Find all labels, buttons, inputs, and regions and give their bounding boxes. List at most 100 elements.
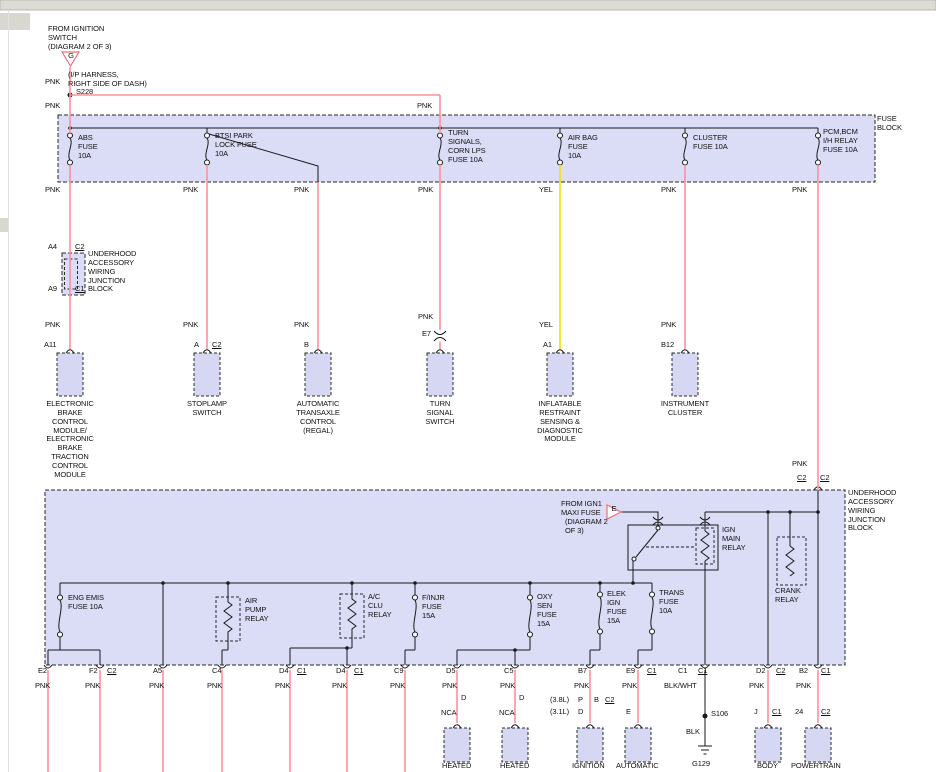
- connector-label: C2: [212, 341, 221, 350]
- component-name: TURN SIGNAL SWITCH: [417, 400, 463, 427]
- wire-color-label: PNK: [749, 682, 764, 691]
- connector-label: C2: [821, 708, 830, 717]
- component-name: INSTRUMENT CLUSTER: [655, 400, 715, 418]
- pin-label: A9: [48, 285, 57, 294]
- left-edge-marker: [0, 218, 9, 232]
- transaxle-control-box: [305, 353, 331, 396]
- sdm-box: [547, 353, 573, 396]
- fuse-label: TRANS FUSE 10A: [659, 589, 689, 616]
- relay-switch-contact: [632, 557, 636, 561]
- pin-label: D2: [756, 667, 765, 676]
- pin-label: D4: [336, 667, 345, 676]
- relay-switch-pivot: [656, 526, 660, 530]
- wire-color-label: PNK: [35, 682, 50, 691]
- pin-label: D: [461, 694, 466, 703]
- page-connector-letter: G: [66, 52, 76, 61]
- pin-label: B: [594, 696, 599, 705]
- fuse-label: PCM,BCM I/H RELAY FUSE 10A: [823, 128, 861, 155]
- wire-color-label: PNK: [418, 186, 433, 195]
- wire-color-label: PNK: [442, 682, 457, 691]
- connector-label: C1: [354, 667, 363, 676]
- source-note: FROM IGN1 MAXI FUSE: [561, 500, 607, 518]
- fuse-label: AIR BAG FUSE 10A: [568, 134, 602, 161]
- block-label: UNDERHOOD ACCESSORY WIRING JUNCTION BLOC…: [848, 489, 906, 533]
- wire-color-label: PNK: [792, 460, 807, 469]
- wire-color-label: PNK: [661, 186, 676, 195]
- connector-label: C2: [107, 667, 116, 676]
- wire-color-label: PNK: [796, 682, 811, 691]
- wire-color-label: YEL: [539, 321, 553, 330]
- pin-label: E9: [626, 667, 635, 676]
- pin-label: B2: [799, 667, 808, 676]
- wire-color-label: PNK: [149, 682, 164, 691]
- pin-label: B7: [578, 667, 587, 676]
- splice-label: S228: [76, 88, 93, 97]
- source-note: FROM IGNITION SWITCH: [48, 25, 112, 43]
- engine-variant-label: (3.8L): [550, 696, 569, 705]
- connector-label: C2: [820, 474, 829, 483]
- pin-label: E7: [422, 330, 431, 339]
- pin-label: A5: [153, 667, 162, 676]
- fuse-label: BTSI PARK LOCK FUSE 10A: [215, 132, 261, 159]
- wire-color-label: PNK: [45, 186, 60, 195]
- pin-label: C9: [394, 667, 403, 676]
- ignition-module-box: [577, 728, 603, 762]
- connector-label: C1: [772, 708, 781, 717]
- wire-color-label: PNK: [661, 321, 676, 330]
- pin-label: 24: [795, 708, 803, 717]
- e7-inline-connector: [434, 331, 446, 341]
- ground-label: G129: [692, 760, 710, 769]
- connector-label: C1: [698, 667, 707, 676]
- engine-variant-label: (3.1L): [550, 708, 569, 717]
- splice-s106-dot: [703, 714, 708, 719]
- relay-label: CRANK RELAY: [775, 587, 809, 605]
- wire-color-label: PNK: [183, 321, 198, 330]
- connector-label: C1: [297, 667, 306, 676]
- automatic-transaxle-box: [625, 728, 651, 762]
- wire-color-label: PNK: [622, 682, 637, 691]
- component-name: STOPLAMP SWITCH: [182, 400, 232, 418]
- fuse-label: TURN SIGNALS, CORN LPS FUSE 10A: [448, 129, 488, 164]
- wire-color-label: BLK/WHT: [664, 682, 697, 691]
- pin-label: C1: [678, 667, 687, 676]
- component-name: AUTOMATIC TRANSAXLE CONTROL (REGAL): [287, 400, 349, 435]
- wiring-diagram-page: FROM IGNITION SWITCH (DIAGRAM 2 OF 3) G …: [0, 0, 936, 772]
- load-label: BODY: [757, 762, 778, 771]
- fuse-label: F/INJR FUSE 15A: [422, 594, 452, 621]
- pin-label: A1: [543, 341, 552, 350]
- heated-oxy-1-box: [444, 728, 470, 762]
- connector-label: C1: [647, 667, 656, 676]
- pin-label: D4: [279, 667, 288, 676]
- source-diagram-ref: (DIAGRAM 2 OF 3): [48, 43, 111, 52]
- wire-color-label: PNK: [792, 186, 807, 195]
- fuse-label: OXY SEN FUSE 15A: [537, 593, 563, 628]
- heated-oxy-2-box: [502, 728, 528, 762]
- wire-color-label: PNK: [85, 682, 100, 691]
- main-junction-block-box: [45, 490, 845, 665]
- relay-label: A/C CLU RELAY: [368, 593, 394, 620]
- load-label: IGNITION: [572, 762, 605, 771]
- wire-color-label: BLK: [686, 728, 700, 737]
- note-label: NCA: [499, 709, 515, 718]
- wire-color-label: PNK: [417, 102, 432, 111]
- pin-label: D: [578, 708, 583, 717]
- wire-color-label: PNK: [500, 682, 515, 691]
- body-module-box: [755, 728, 781, 762]
- pin-label: A11: [44, 341, 57, 350]
- wire-color-label: PNK: [294, 321, 309, 330]
- component-name: INFLATABLE RESTRAINT SENSING & DIAGNOSTI…: [527, 400, 593, 444]
- pin-label: D5: [446, 667, 455, 676]
- load-label: HEATED: [500, 762, 529, 771]
- stoplamp-switch-box: [194, 353, 220, 396]
- top-scrollbar[interactable]: [0, 0, 936, 10]
- pin-label: B: [304, 341, 309, 350]
- pin-label: D: [519, 694, 524, 703]
- diagram-canvas: [0, 0, 936, 772]
- wire-color-label: PNK: [45, 78, 60, 87]
- fuse-label: ELEK IGN FUSE 15A: [607, 590, 633, 625]
- pin-label: A4: [48, 243, 57, 252]
- pin-label: E2: [38, 667, 47, 676]
- wire-color-label: PNK: [574, 682, 589, 691]
- pin-label: J: [754, 708, 758, 717]
- component-name: ELECTRONIC BRAKE CONTROL MODULE/ ELECTRO…: [41, 400, 99, 480]
